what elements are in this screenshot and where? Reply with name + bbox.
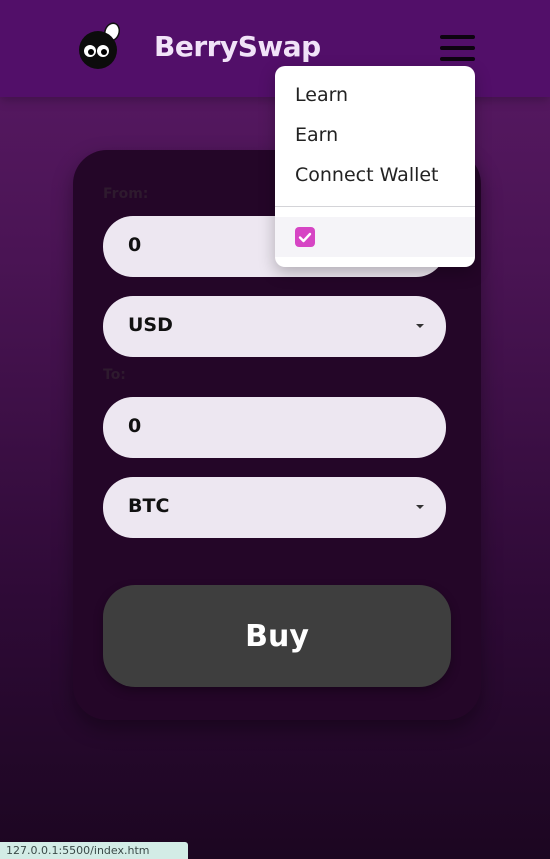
menu-bar [440, 57, 475, 61]
buy-button[interactable]: Buy [103, 585, 451, 687]
from-label: From: [103, 186, 149, 202]
menu-bar [440, 35, 475, 39]
to-amount-value: 0 [128, 415, 142, 437]
from-currency-value: USD [128, 314, 173, 336]
to-amount-input[interactable]: 0 [103, 397, 446, 458]
to-label: To: [103, 367, 126, 383]
chevron-down-icon [416, 505, 424, 509]
menu-item-learn[interactable]: Learn [295, 84, 348, 106]
hamburger-menu-icon[interactable] [440, 35, 475, 63]
theme-checkbox[interactable] [295, 227, 315, 247]
brand-title[interactable]: BerrySwap [154, 30, 321, 63]
chevron-down-icon [416, 324, 424, 328]
from-currency-select[interactable]: USD [103, 296, 446, 357]
nav-dropdown-menu: Learn Earn Connect Wallet [275, 66, 475, 267]
to-currency-value: BTC [128, 495, 170, 517]
menu-bar [440, 46, 475, 50]
buy-button-label: Buy [245, 618, 309, 654]
berry-logo-icon[interactable] [78, 22, 122, 70]
check-icon [298, 232, 312, 243]
theme-toggle-row [275, 217, 475, 257]
menu-item-connect-wallet[interactable]: Connect Wallet [295, 164, 439, 186]
menu-divider [275, 206, 475, 207]
from-amount-value: 0 [128, 234, 142, 256]
to-currency-select[interactable]: BTC [103, 477, 446, 538]
browser-status-url: 127.0.0.1:5500/index.htm [0, 842, 188, 859]
menu-item-earn[interactable]: Earn [295, 124, 338, 146]
